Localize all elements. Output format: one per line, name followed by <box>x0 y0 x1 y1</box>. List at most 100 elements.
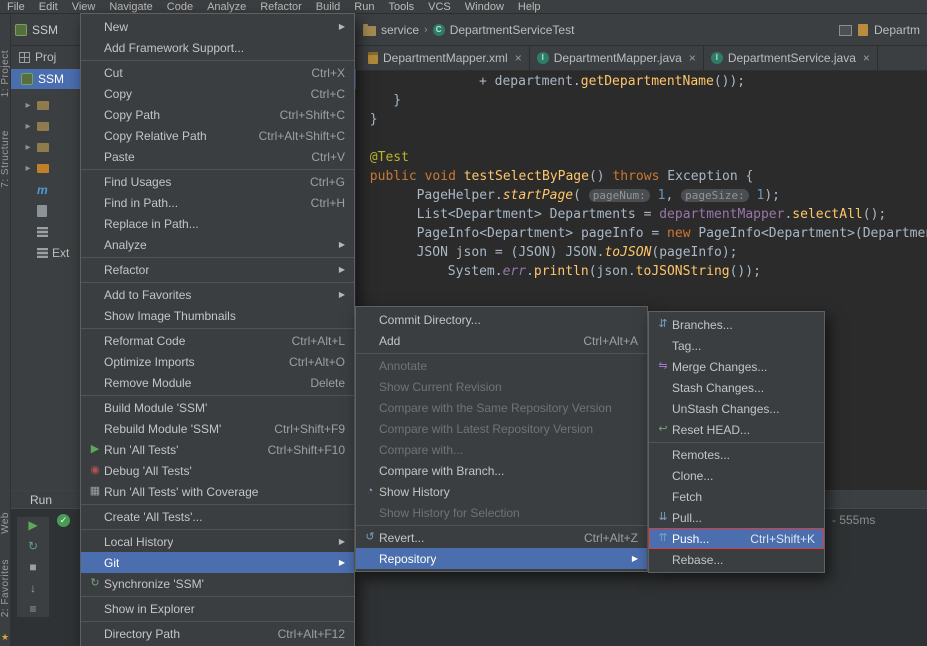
stop-icon[interactable]: ■ <box>29 561 36 573</box>
menu-item-commit-directory[interactable]: Commit Directory... <box>356 309 647 330</box>
rerun-icon[interactable]: ↻ <box>28 540 38 552</box>
tab-departmentmapper-xml[interactable]: DepartmentMapper.xml × <box>361 46 530 70</box>
breadcrumb-package[interactable]: service <box>381 23 419 37</box>
tool-button-web[interactable]: Web <box>0 512 11 534</box>
menu-item-debug-all-tests[interactable]: ◉ Debug 'All Tests' <box>81 460 354 481</box>
menu-item-reset-head[interactable]: ↩ Reset HEAD... <box>649 419 824 440</box>
menubar-item-code[interactable]: Code <box>160 0 200 14</box>
menu-item-run-all-tests-with-coverage[interactable]: ▦ Run 'All Tests' with Coverage <box>81 481 354 502</box>
code-line: System.err.println(json.toJSONString()); <box>447 264 761 279</box>
menu-item-run-all-tests[interactable]: ▶ Run 'All Tests' Ctrl+Shift+F10 <box>81 439 354 460</box>
project-view-icon[interactable] <box>19 51 30 63</box>
menubar-item-analyze[interactable]: Analyze <box>200 0 253 14</box>
context-menu-main: New ▶ Add Framework Support... Cut Ctrl+X Cop… <box>80 13 355 646</box>
project-panel-title[interactable]: Proj <box>35 50 56 64</box>
tab-departmentmapper-java[interactable]: I DepartmentMapper.java × <box>529 46 704 70</box>
menu-item-copy[interactable]: Copy Ctrl+C <box>81 83 354 104</box>
menubar-item-vcs[interactable]: VCS <box>421 0 458 14</box>
menu-item-find-usages[interactable]: Find Usages Ctrl+G <box>81 171 354 192</box>
branch-icon: ⇵ <box>658 318 668 330</box>
menubar-item-refactor[interactable]: Refactor <box>253 0 309 14</box>
menu-item-directory-path[interactable]: Directory Path Ctrl+Alt+F12 <box>81 623 354 644</box>
menu-item-build-module-ssm[interactable]: Build Module 'SSM' <box>81 397 354 418</box>
menu-item-reformat-code[interactable]: Reformat Code Ctrl+Alt+L <box>81 330 354 351</box>
submenu-arrow-icon: ▶ <box>338 240 345 249</box>
menu-item-show-image-thumbnails[interactable]: Show Image Thumbnails <box>81 305 354 326</box>
menu-item-local-history[interactable]: Local History ▶ <box>81 531 354 552</box>
menubar-item-navigate[interactable]: Navigate <box>102 0 159 14</box>
expand-arrow-icon[interactable]: ▸ <box>23 121 33 132</box>
menu-item-analyze[interactable]: Analyze ▶ <box>81 234 354 255</box>
menu-item-label: Git <box>104 555 120 570</box>
menu-item-tag[interactable]: Tag... <box>649 335 824 356</box>
menu-item-copy-path[interactable]: Copy Path Ctrl+Shift+C <box>81 104 354 125</box>
down-icon[interactable]: ↓ <box>30 582 36 594</box>
menu-item-stash-changes[interactable]: Stash Changes... <box>649 377 824 398</box>
menu-item-show-history[interactable]: ◔ Show History <box>356 481 647 502</box>
expand-arrow-icon[interactable]: ▸ <box>23 142 33 153</box>
menu-item-fetch[interactable]: Fetch <box>649 486 824 507</box>
expand-arrow-icon[interactable]: ▸ <box>23 163 33 174</box>
menubar-item-view[interactable]: View <box>65 0 103 14</box>
menu-item-new[interactable]: New ▶ <box>81 16 354 37</box>
menu-item-optimize-imports[interactable]: Optimize Imports Ctrl+Alt+O <box>81 351 354 372</box>
tool-button-favorites[interactable]: 2: Favorites <box>0 559 11 617</box>
menu-item-clone[interactable]: Clone... <box>649 465 824 486</box>
menu-item-remove-module[interactable]: Remove Module Delete <box>81 372 354 393</box>
menu-item-copy-relative-path[interactable]: Copy Relative Path Ctrl+Alt+Shift+C <box>81 125 354 146</box>
tool-button-structure[interactable]: 7: Structure <box>0 130 11 188</box>
menu-item-add-framework-support[interactable]: Add Framework Support... <box>81 37 354 58</box>
menu-item-push[interactable]: ⇈ Push... Ctrl+Shift+K <box>649 528 824 549</box>
menu-item-unstash-changes[interactable]: UnStash Changes... <box>649 398 824 419</box>
menu-item-branches[interactable]: ⇵ Branches... <box>649 314 824 335</box>
tool-button-project[interactable]: 1: Project <box>0 50 11 97</box>
menubar-item-help[interactable]: Help <box>511 0 548 14</box>
submenu-arrow-icon: ▶ <box>338 558 345 567</box>
tool-window-icon[interactable] <box>839 24 852 36</box>
close-icon[interactable]: × <box>515 51 522 65</box>
menu-item-rebase[interactable]: Rebase... <box>649 549 824 570</box>
menu-item-git[interactable]: Git ▶ <box>81 552 354 573</box>
menubar-item-tools[interactable]: Tools <box>381 0 421 14</box>
menubar-item-window[interactable]: Window <box>458 0 511 14</box>
menu-item-create-all-tests[interactable]: Create 'All Tests'... <box>81 506 354 527</box>
menu-item-compare-with-branch[interactable]: Compare with Branch... <box>356 460 647 481</box>
menubar-item-file[interactable]: File <box>0 0 32 14</box>
menu-item-repository[interactable]: Repository ▶ <box>356 548 647 569</box>
menu-item-label: Run 'All Tests' with Coverage <box>104 484 259 499</box>
menu-item-refactor[interactable]: Refactor ▶ <box>81 259 354 280</box>
menu-item-revert[interactable]: ↺ Revert... Ctrl+Alt+Z <box>356 527 647 548</box>
folder-icon <box>37 101 49 110</box>
menu-item-replace-in-path[interactable]: Replace in Path... <box>81 213 354 234</box>
favorites-star-icon[interactable]: ★ <box>1 632 9 643</box>
menubar-item-run[interactable]: Run <box>347 0 381 14</box>
bug-icon: ◉ <box>90 464 100 476</box>
run-tab[interactable]: Run <box>30 493 52 507</box>
menu-item-compare-with-latest-repository-version: Compare with Latest Repository Version <box>356 418 647 439</box>
play-icon[interactable]: ▶ <box>28 519 37 531</box>
menu-item-pull[interactable]: ⇊ Pull... <box>649 507 824 528</box>
right-file-label[interactable]: Departm <box>874 23 920 37</box>
breadcrumb-module[interactable]: SSM <box>15 23 58 37</box>
tab-departmentservice-java[interactable]: I DepartmentService.java × <box>703 46 878 70</box>
list-icon[interactable]: ≡ <box>29 603 36 615</box>
lib-icon <box>37 247 48 258</box>
menu-item-paste[interactable]: Paste Ctrl+V <box>81 146 354 167</box>
menubar-item-build[interactable]: Build <box>309 0 347 14</box>
close-icon[interactable]: × <box>863 51 870 65</box>
menu-item-find-in-path[interactable]: Find in Path... Ctrl+H <box>81 192 354 213</box>
menu-item-shortcut: Ctrl+Shift+F9 <box>274 421 345 436</box>
menu-item-synchronize-ssm[interactable]: ↻ Synchronize 'SSM' <box>81 573 354 594</box>
menu-item-add-to-favorites[interactable]: Add to Favorites ▶ <box>81 284 354 305</box>
menu-item-show-in-explorer[interactable]: Show in Explorer <box>81 598 354 619</box>
menu-item-add[interactable]: Add Ctrl+Alt+A <box>356 330 647 351</box>
menu-item-remotes[interactable]: Remotes... <box>649 444 824 465</box>
menu-item-rebuild-module-ssm[interactable]: Rebuild Module 'SSM' Ctrl+Shift+F9 <box>81 418 354 439</box>
close-icon[interactable]: × <box>689 51 696 65</box>
menu-item-cut[interactable]: Cut Ctrl+X <box>81 62 354 83</box>
expand-arrow-icon[interactable]: ▸ <box>23 100 33 111</box>
breadcrumb-class[interactable]: DepartmentServiceTest <box>450 23 575 37</box>
menubar-item-edit[interactable]: Edit <box>32 0 65 14</box>
menu-item-label: Compare with Branch... <box>379 463 505 478</box>
menu-item-merge-changes[interactable]: ⇋ Merge Changes... <box>649 356 824 377</box>
